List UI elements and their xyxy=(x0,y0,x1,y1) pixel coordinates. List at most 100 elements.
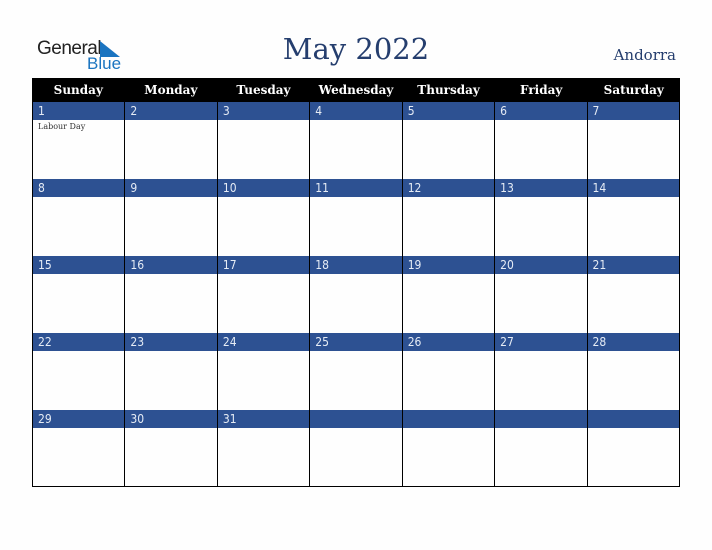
weekday-wednesday: Wednesday xyxy=(318,83,394,97)
day-number: 22 xyxy=(33,333,125,351)
day-cell[interactable]: 22 xyxy=(32,333,125,410)
day-number: 24 xyxy=(217,333,310,351)
day-number: 19 xyxy=(402,256,495,274)
day-event xyxy=(310,120,401,122)
day-event xyxy=(33,351,124,353)
day-cell[interactable]: 20 xyxy=(494,256,587,333)
day-number: 1 xyxy=(33,102,125,120)
weekday-friday: Friday xyxy=(520,83,563,97)
day-cell[interactable]: 28 xyxy=(586,333,680,410)
day-event: Labour Day xyxy=(38,122,86,131)
day-cell[interactable]: 8 xyxy=(32,179,125,256)
day-cell[interactable]: 1 Labour Day xyxy=(32,102,125,179)
day-number: 6 xyxy=(495,102,587,120)
day-number: 3 xyxy=(217,102,310,120)
day-event xyxy=(588,274,679,276)
week-row: 15 16 17 18 19 20 21 xyxy=(32,256,680,333)
day-event xyxy=(310,274,401,276)
day-cell[interactable] xyxy=(401,410,495,487)
day-cell[interactable]: 26 xyxy=(401,333,495,410)
day-event xyxy=(495,274,586,276)
day-number: 10 xyxy=(217,179,310,197)
day-event xyxy=(218,120,309,122)
weekday-monday: Monday xyxy=(144,83,198,97)
day-cell[interactable]: 5 xyxy=(401,102,495,179)
day-event xyxy=(218,274,309,276)
day-event xyxy=(588,197,679,199)
day-event xyxy=(588,351,679,353)
day-event xyxy=(495,120,586,122)
day-event xyxy=(310,428,401,430)
day-event xyxy=(310,197,401,199)
day-cell[interactable]: 25 xyxy=(309,333,402,410)
day-number: 27 xyxy=(495,333,587,351)
day-number xyxy=(402,410,495,428)
day-cell[interactable]: 4 xyxy=(309,102,402,179)
day-event xyxy=(588,428,679,430)
day-event xyxy=(33,428,124,430)
day-cell[interactable] xyxy=(586,410,680,487)
day-cell[interactable]: 6 xyxy=(494,102,587,179)
day-cell[interactable]: 14 xyxy=(586,179,680,256)
day-event xyxy=(495,428,586,430)
day-cell[interactable]: 23 xyxy=(124,333,217,410)
day-event xyxy=(33,197,124,199)
day-cell[interactable]: 3 xyxy=(216,102,310,179)
day-number xyxy=(310,410,402,428)
day-event xyxy=(218,351,309,353)
day-number: 13 xyxy=(495,179,587,197)
day-cell[interactable]: 15 xyxy=(32,256,125,333)
day-number: 28 xyxy=(587,333,679,351)
day-event xyxy=(33,274,124,276)
day-number: 8 xyxy=(33,179,125,197)
day-event xyxy=(125,428,216,430)
day-cell[interactable]: 2 xyxy=(124,102,217,179)
day-number: 23 xyxy=(125,333,217,351)
day-number: 2 xyxy=(125,102,217,120)
day-event xyxy=(403,274,494,276)
day-event xyxy=(403,120,494,122)
day-cell[interactable]: 29 xyxy=(32,410,125,487)
day-number: 31 xyxy=(217,410,310,428)
day-number: 25 xyxy=(310,333,402,351)
day-cell[interactable] xyxy=(309,410,402,487)
day-cell[interactable]: 18 xyxy=(309,256,402,333)
week-row: 29 30 31 xyxy=(32,410,680,487)
day-cell[interactable]: 7 xyxy=(586,102,680,179)
day-number: 14 xyxy=(587,179,679,197)
day-cell[interactable] xyxy=(494,410,587,487)
day-number: 15 xyxy=(33,256,125,274)
day-cell[interactable]: 17 xyxy=(216,256,310,333)
day-cell[interactable]: 21 xyxy=(586,256,680,333)
day-cell[interactable]: 30 xyxy=(124,410,217,487)
day-cell[interactable]: 11 xyxy=(309,179,402,256)
day-cell[interactable]: 16 xyxy=(124,256,217,333)
day-number: 21 xyxy=(587,256,679,274)
week-row: 22 23 24 25 26 27 28 xyxy=(32,333,680,410)
day-event xyxy=(125,197,216,199)
day-number: 12 xyxy=(402,179,495,197)
day-number: 17 xyxy=(217,256,310,274)
day-cell[interactable]: 13 xyxy=(494,179,587,256)
day-number: 26 xyxy=(402,333,495,351)
day-cell[interactable]: 10 xyxy=(216,179,310,256)
day-cell[interactable]: 12 xyxy=(401,179,495,256)
weekday-header: Sunday Monday Tuesday Wednesday Thursday… xyxy=(32,78,680,102)
day-number: 4 xyxy=(310,102,402,120)
day-event xyxy=(403,351,494,353)
day-event xyxy=(125,351,216,353)
day-cell[interactable]: 31 xyxy=(216,410,310,487)
day-event xyxy=(125,274,216,276)
grid-bottom-border xyxy=(32,486,680,487)
day-number: 7 xyxy=(587,102,679,120)
day-number xyxy=(587,410,679,428)
day-cell[interactable]: 24 xyxy=(216,333,310,410)
day-cell[interactable]: 27 xyxy=(494,333,587,410)
week-row: 1 Labour Day 2 3 4 5 6 7 xyxy=(32,102,680,179)
day-event xyxy=(495,351,586,353)
day-cell[interactable]: 9 xyxy=(124,179,217,256)
day-number: 9 xyxy=(125,179,217,197)
day-cell[interactable]: 19 xyxy=(401,256,495,333)
weekday-tuesday: Tuesday xyxy=(236,83,291,97)
day-event xyxy=(588,120,679,122)
